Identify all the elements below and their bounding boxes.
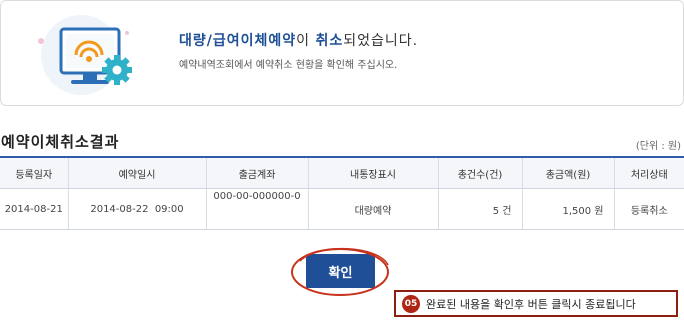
cell-total-amount: 1,500 원 bbox=[521, 188, 614, 230]
notice-title-action: 취소 bbox=[315, 33, 344, 49]
section-title: 예약이체취소결과 bbox=[1, 133, 120, 151]
guide-text: 완료된 내용을 확인후 버튼 클릭시 종료됩니다 bbox=[426, 297, 636, 311]
cell-register-date: 2014-08-21 bbox=[0, 188, 68, 230]
guide-callout: 05 완료된 내용을 확인후 버튼 클릭시 종료됩니다 bbox=[394, 290, 678, 317]
monitor-wifi-gear-icon bbox=[38, 15, 132, 95]
table-row: 2014-08-21 2014-08-22 09:00 000-00-00000… bbox=[0, 188, 684, 230]
cell-total-count: 5 건 bbox=[437, 188, 522, 230]
header-status: 처리상태 bbox=[613, 156, 684, 189]
cancel-notice-box: 대량/급여이체예약이 취소되었습니다. 예약내역조회에서 예약취소 현황을 확인… bbox=[0, 0, 684, 106]
confirm-button[interactable]: 확인 bbox=[306, 254, 375, 288]
header-total-amount: 총금액(원) bbox=[521, 156, 614, 189]
table-header-row: 등록일자 예약일시 출금계좌 내통장표시 총건수(건) 총금액(원) 처리상태 bbox=[0, 156, 684, 189]
header-total-count: 총건수(건) bbox=[437, 156, 522, 189]
header-my-account-memo: 내통장표시 bbox=[307, 156, 438, 189]
step-badge: 05 bbox=[402, 294, 420, 313]
cell-status: 등록취소 bbox=[613, 188, 684, 230]
cell-my-account-memo: 대량예약 bbox=[307, 188, 438, 230]
notice-title-service: 대량/급여이체예약 bbox=[179, 33, 297, 49]
cancel-result-table: 등록일자 예약일시 출금계좌 내통장표시 총건수(건) 총금액(원) 처리상태 … bbox=[0, 156, 684, 230]
notice-title-ending: 되었습니다. bbox=[343, 33, 419, 49]
unit-label: (단위 : 원) bbox=[635, 141, 681, 152]
notice-title-particle: 이 bbox=[296, 33, 316, 49]
cell-reserve-datetime: 2014-08-22 09:00 bbox=[67, 188, 206, 230]
header-register-date: 등록일자 bbox=[0, 156, 68, 189]
header-reserve-datetime: 예약일시 bbox=[67, 156, 206, 189]
notice-subtitle: 예약내역조회에서 예약취소 현황을 확인해 주십시오. bbox=[179, 60, 398, 71]
header-withdraw-account: 출금계좌 bbox=[205, 156, 308, 189]
notice-title: 대량/급여이체예약이 취소되었습니다. bbox=[179, 30, 418, 50]
cell-withdraw-account: 000-00-000000-0 bbox=[205, 188, 308, 230]
